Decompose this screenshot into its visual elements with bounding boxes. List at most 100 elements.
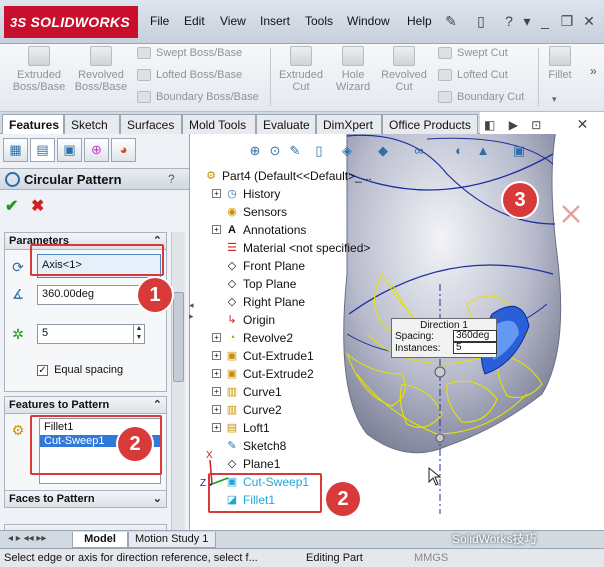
menu-insert[interactable]: Insert <box>260 14 290 28</box>
tree-item-loft1[interactable]: + ▤ Loft1 <box>212 420 270 438</box>
section-view-icon[interactable]: ▯ <box>310 142 328 160</box>
ok-checkmark-icon[interactable]: ✔ <box>5 196 18 216</box>
close-x-icon[interactable] <box>562 205 580 223</box>
tab-model[interactable]: Model <box>72 532 128 548</box>
pm-scroll-thumb[interactable] <box>173 292 184 382</box>
hide-show-items-icon[interactable]: ∞ <box>410 142 428 160</box>
feature-manager-icon[interactable]: ▦ <box>3 138 28 162</box>
expand-icon[interactable]: + <box>212 225 221 235</box>
tree-item-material[interactable]: ☰ Material <not specified> <box>212 240 370 258</box>
expand-icon[interactable]: + <box>212 189 221 199</box>
tree-item-cut-extrude1[interactable]: + ▣ Cut-Extrude1 <box>212 348 314 366</box>
extruded-boss-button[interactable]: Extruded Boss/Base <box>10 46 68 93</box>
status-units[interactable]: MMGS <box>414 552 448 564</box>
pm-scrollbar[interactable] <box>171 232 185 542</box>
solidworks-logo[interactable]: 3S SOLIDWORKS <box>4 6 138 38</box>
ribbon-scroll-icon[interactable]: » <box>590 64 597 78</box>
expand-icon[interactable]: + <box>212 387 221 397</box>
boundary-cut-button[interactable]: Boundary Cut <box>438 91 524 104</box>
tab-scroll-icons[interactable]: ◂ ▸ ◂◂ ▸▸ <box>8 533 46 544</box>
expand-icon[interactable]: + <box>212 423 221 433</box>
tab-office-products[interactable]: Office Products <box>382 114 478 134</box>
instances-callout-field[interactable]: 5 <box>453 342 497 354</box>
instances-field[interactable]: 5 ▲ ▼ <box>37 324 145 344</box>
tree-item-sensors[interactable]: ◉ Sensors <box>212 204 287 222</box>
expand-icon[interactable]: + <box>212 333 221 343</box>
dimxpert-manager-icon[interactable]: ⊕ <box>84 138 109 162</box>
spacing-callout-field[interactable]: 360deg <box>453 330 497 342</box>
view-settings-icon[interactable]: ▣ <box>510 142 528 160</box>
tree-item-curve2[interactable]: + ▥ Curve2 <box>212 402 282 420</box>
configuration-manager-icon[interactable]: ▣ <box>57 138 82 162</box>
tab-sketch[interactable]: Sketch <box>64 114 120 134</box>
tab-dimxpert[interactable]: DimXpert <box>316 114 382 134</box>
expand-icon[interactable]: + <box>212 405 221 415</box>
tab-motion-study[interactable]: Motion Study 1 <box>128 532 216 548</box>
display-manager-icon[interactable]: ◕ <box>111 138 136 162</box>
expand-icon[interactable]: + <box>212 351 221 361</box>
menu-help[interactable]: Help <box>407 14 432 28</box>
revolved-boss-button[interactable]: Revolved Boss/Base <box>72 46 130 93</box>
tree-item-front-plane[interactable]: ◇ Front Plane <box>212 258 305 276</box>
menu-tools[interactable]: Tools <box>305 14 333 28</box>
view-orientation-icon[interactable]: ◈ <box>338 142 356 160</box>
expand-icon[interactable]: + <box>212 369 221 379</box>
property-manager-icon[interactable]: ▤ <box>30 138 55 162</box>
boundary-boss-button[interactable]: Boundary Boss/Base <box>137 91 259 104</box>
panel-close-icon[interactable]: ✕ <box>577 116 589 132</box>
tree-item-history[interactable]: + ◷ History <box>212 186 280 204</box>
zoom-to-fit-icon[interactable]: ⊕ <box>246 142 264 160</box>
equal-spacing-option[interactable]: ✓ Equal spacing <box>37 364 123 376</box>
panel-float-icon[interactable]: ⊡ <box>531 118 541 132</box>
tree-root[interactable]: ⚙ Part4 (Default<<Default>_... <box>204 168 372 186</box>
hole-wizard-button[interactable]: Hole Wizard <box>330 46 376 93</box>
display-style-icon[interactable]: ◆ <box>374 142 392 160</box>
minimize-icon[interactable]: _ <box>534 9 556 33</box>
pm-help-icon[interactable]: ? <box>168 172 175 186</box>
restore-icon[interactable]: ❐ <box>556 9 578 33</box>
tab-evaluate[interactable]: Evaluate <box>256 114 316 134</box>
reverse-direction-icon[interactable]: ⟳ <box>8 257 28 277</box>
close-icon[interactable]: ✕ <box>578 9 600 33</box>
panel-next-icon[interactable]: ▶ <box>509 118 518 132</box>
menu-file[interactable]: File <box>150 14 169 28</box>
cancel-x-icon[interactable]: ✖ <box>31 196 44 216</box>
angle-field[interactable]: 360.00deg <box>37 285 145 305</box>
tree-item-right-plane[interactable]: ◇ Right Plane <box>212 294 305 312</box>
extruded-cut-button[interactable]: Extruded Cut <box>276 46 326 93</box>
pin-icon[interactable]: ✎ <box>440 9 462 33</box>
tab-mold-tools[interactable]: Mold Tools <box>182 114 256 134</box>
instances-spinner-icon[interactable]: ▲ ▼ <box>133 324 144 344</box>
lofted-cut-button[interactable]: Lofted Cut <box>438 69 508 82</box>
swept-boss-button[interactable]: Swept Boss/Base <box>137 47 242 60</box>
tree-item-curve1[interactable]: + ▥ Curve1 <box>212 384 282 402</box>
revolved-cut-button[interactable]: Revolved Cut <box>378 46 430 93</box>
tab-surfaces[interactable]: Surfaces <box>120 114 182 134</box>
tree-item-cut-extrude2[interactable]: + ▣ Cut-Extrude2 <box>212 366 314 384</box>
tree-item-revolve2[interactable]: + ◔ Revolve2 <box>212 330 293 348</box>
faces-to-pattern-header[interactable]: Faces to Pattern ⌄ <box>4 490 167 508</box>
menu-window[interactable]: Window <box>347 14 390 28</box>
features-to-pattern-header[interactable]: Features to Pattern ⌃ <box>4 396 167 414</box>
menu-edit[interactable]: Edit <box>184 14 205 28</box>
expand-icon[interactable]: ⌄ <box>153 492 162 505</box>
fillet-dropdown-icon[interactable]: ▾ <box>552 94 557 105</box>
equal-spacing-checkbox[interactable]: ✓ <box>37 364 48 376</box>
panel-splitter[interactable]: ◂ ▸ <box>189 300 197 330</box>
fillet-button[interactable]: Fillet <box>542 46 578 81</box>
previous-view-icon[interactable]: ✎ <box>286 142 304 160</box>
lofted-boss-button[interactable]: Lofted Boss/Base <box>137 69 242 82</box>
tree-item-top-plane[interactable]: ◇ Top Plane <box>212 276 297 294</box>
zoom-to-area-icon[interactable]: ⊙ <box>266 142 284 160</box>
swept-cut-button[interactable]: Swept Cut <box>438 47 508 60</box>
panel-restore-icon[interactable]: ◧ <box>484 118 495 132</box>
menu-view[interactable]: View <box>220 14 246 28</box>
apply-scene-icon[interactable]: ▲ <box>474 142 492 160</box>
direction-callout[interactable]: Direction 1 Spacing: 360deg Instances: 5 <box>391 318 497 358</box>
tab-features[interactable]: Features <box>2 114 64 135</box>
tree-item-annotations[interactable]: + A Annotations <box>212 222 306 240</box>
tree-item-origin[interactable]: ↳ Origin <box>212 312 275 330</box>
quick-access-icon[interactable]: ▯ <box>470 9 492 33</box>
edit-appearance-icon[interactable]: ◐ <box>450 142 468 160</box>
collapse-icon[interactable]: ⌃ <box>153 398 162 411</box>
